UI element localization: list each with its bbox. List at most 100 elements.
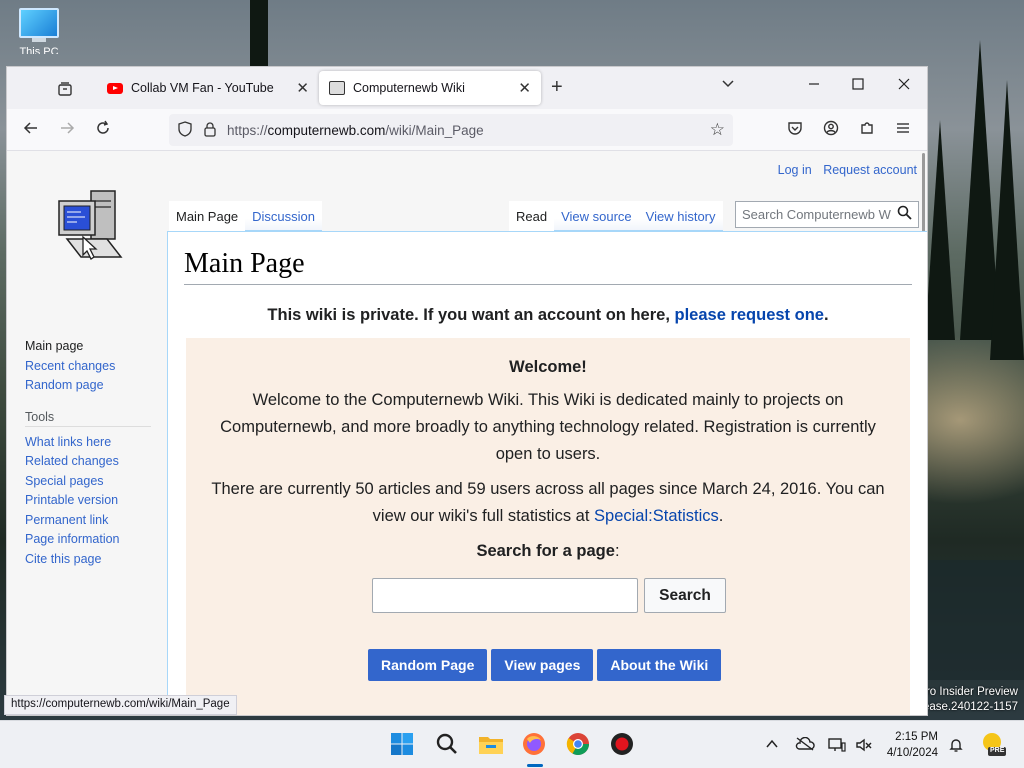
start-windows-icon[interactable] [389, 731, 415, 757]
close-window-icon[interactable] [897, 77, 911, 96]
insider-preview-badge-icon[interactable]: PRE [980, 731, 1006, 757]
volume-muted-icon[interactable] [855, 737, 873, 756]
sidebar-item-main-page[interactable]: Main page [25, 337, 165, 357]
search-label: Search for a page: [476, 542, 620, 560]
wiki-favicon [329, 81, 345, 95]
url-text: https://computernewb.com/wiki/Main_Page [227, 122, 484, 138]
sidebar-item-permanent-link[interactable]: Permanent link [25, 511, 165, 531]
tree-silhouette [250, 0, 268, 70]
welcome-paragraph: Welcome to the Computernewb Wiki. This W… [220, 391, 876, 463]
tab-label: Computernewb Wiki [353, 81, 465, 95]
this-pc-desktop-icon[interactable]: This PC [14, 8, 64, 54]
search-icon[interactable] [897, 205, 912, 224]
extensions-puzzle-icon[interactable] [859, 120, 875, 141]
new-tab-plus-icon[interactable]: + [551, 76, 563, 99]
sidebar-item-special-pages[interactable]: Special pages [25, 472, 165, 492]
forward-arrow-icon[interactable] [59, 120, 75, 141]
wiki-search-input[interactable]: Search Computernewb W [735, 201, 919, 228]
firefox-icon[interactable] [521, 731, 547, 757]
clock[interactable]: 2:15 PM 4/10/2024 [887, 729, 938, 761]
sidebar-item-page-information[interactable]: Page information [25, 530, 165, 550]
show-hidden-icons-chevron-icon[interactable] [765, 737, 779, 754]
namespace-tabs: Main Page Discussion [169, 201, 323, 231]
tab-view-history[interactable]: View history [638, 201, 723, 231]
pocket-icon[interactable] [787, 120, 803, 141]
request-account-link[interactable]: Request account [823, 163, 917, 177]
page-search-input[interactable] [372, 578, 638, 613]
personal-tools: Log in Request account [770, 163, 917, 177]
network-icon[interactable] [828, 737, 846, 756]
main-content: Main Page This wiki is private. If you w… [167, 231, 927, 715]
obs-record-icon[interactable] [609, 731, 635, 757]
insider-badge-label: PRE [990, 747, 1005, 754]
close-tab-icon[interactable]: ✕ [296, 79, 309, 97]
onedrive-cloud-icon[interactable] [795, 736, 815, 754]
action-buttons: Random Page View pages About the Wiki [368, 649, 722, 681]
navigation-toolbar: https://computernewb.com/wiki/Main_Page … [7, 109, 927, 151]
address-bar[interactable]: https://computernewb.com/wiki/Main_Page … [169, 114, 733, 146]
search-placeholder: Search Computernewb W [742, 207, 891, 222]
sidebar-tools-heading: Tools [25, 410, 151, 427]
sidebar-item-random-page[interactable]: Random page [25, 376, 165, 396]
reload-icon[interactable] [95, 120, 111, 141]
view-pages-button[interactable]: View pages [491, 649, 594, 681]
page-title: Main Page [184, 248, 912, 285]
active-app-indicator [527, 764, 543, 767]
lock-icon[interactable] [203, 121, 217, 140]
welcome-box: Welcome! Welcome to the Computernewb Wik… [186, 338, 910, 715]
about-the-wiki-button[interactable]: About the Wiki [597, 649, 722, 681]
log-in-link[interactable]: Log in [778, 163, 812, 177]
sidebar-item-what-links-here[interactable]: What links here [25, 433, 165, 453]
lake-reflection [928, 560, 1024, 680]
special-statistics-link[interactable]: Special:Statistics [594, 507, 719, 525]
tree-silhouette [925, 120, 955, 340]
minimize-icon[interactable] [807, 77, 821, 96]
maximize-icon[interactable] [851, 77, 865, 96]
account-icon[interactable] [823, 120, 839, 141]
build-watermark-line2: lease.240122-1157 [920, 701, 1018, 713]
sidebar-item-recent-changes[interactable]: Recent changes [25, 357, 165, 377]
monitor-icon [19, 8, 59, 38]
tab-computernewb-wiki[interactable]: Computernewb Wiki ✕ [319, 71, 541, 105]
list-all-tabs-chevron-icon[interactable] [721, 77, 735, 96]
tab-view-source[interactable]: View source [554, 201, 639, 231]
tab-discussion[interactable]: Discussion [245, 201, 323, 231]
firefox-view-button[interactable] [53, 77, 77, 101]
hamburger-menu-icon[interactable] [895, 120, 911, 141]
tab-youtube[interactable]: Collab VM Fan - YouTube ✕ [97, 71, 319, 105]
youtube-icon [107, 82, 123, 94]
chrome-icon[interactable] [565, 731, 591, 757]
tracking-protection-shield-icon[interactable] [177, 120, 193, 140]
clock-date: 4/10/2024 [886, 747, 938, 759]
private-wiki-notice: This wiki is private. If you want an acc… [267, 306, 829, 324]
wiki-logo-computer-icon[interactable] [47, 187, 127, 277]
notifications-bell-icon[interactable] [948, 737, 964, 756]
file-explorer-folder-icon[interactable] [478, 731, 504, 757]
search-button[interactable]: Search [644, 578, 726, 613]
sidebar-item-cite-this-page[interactable]: Cite this page [25, 550, 165, 570]
build-watermark-line1: ro Insider Preview [925, 686, 1018, 698]
random-page-button[interactable]: Random Page [368, 649, 488, 681]
wiki-page: Log in Request account Main page Recent … [7, 151, 927, 715]
clock-time: 2:15 PM [895, 731, 938, 743]
close-tab-icon[interactable]: ✕ [518, 79, 531, 97]
tab-main-page[interactable]: Main Page [169, 201, 246, 231]
taskbar: 2:15 PM 4/10/2024 PRE [0, 720, 1024, 768]
page-search-row: Search [372, 578, 726, 613]
tab-read[interactable]: Read [509, 201, 555, 231]
back-arrow-icon[interactable] [23, 120, 39, 141]
stats-paragraph: There are currently 50 articles and 59 u… [211, 480, 885, 525]
sidebar: Main page Recent changes Random page Too… [25, 337, 165, 569]
search-icon[interactable] [434, 731, 460, 757]
welcome-heading: Welcome! [509, 358, 587, 376]
desktop-icon-label: This PC [19, 46, 59, 54]
request-account-notice-link[interactable]: please request one [675, 306, 824, 324]
firefox-view-icon [58, 82, 72, 96]
tab-bar: Collab VM Fan - YouTube ✕ Computernewb W… [7, 67, 927, 109]
browser-window: Collab VM Fan - YouTube ✕ Computernewb W… [6, 66, 928, 716]
sidebar-item-printable-version[interactable]: Printable version [25, 491, 165, 511]
bookmark-star-icon[interactable]: ☆ [710, 120, 725, 140]
sidebar-item-related-changes[interactable]: Related changes [25, 452, 165, 472]
link-status-bar: https://computernewb.com/wiki/Main_Page [4, 695, 237, 715]
tab-label: Collab VM Fan - YouTube [131, 81, 274, 95]
